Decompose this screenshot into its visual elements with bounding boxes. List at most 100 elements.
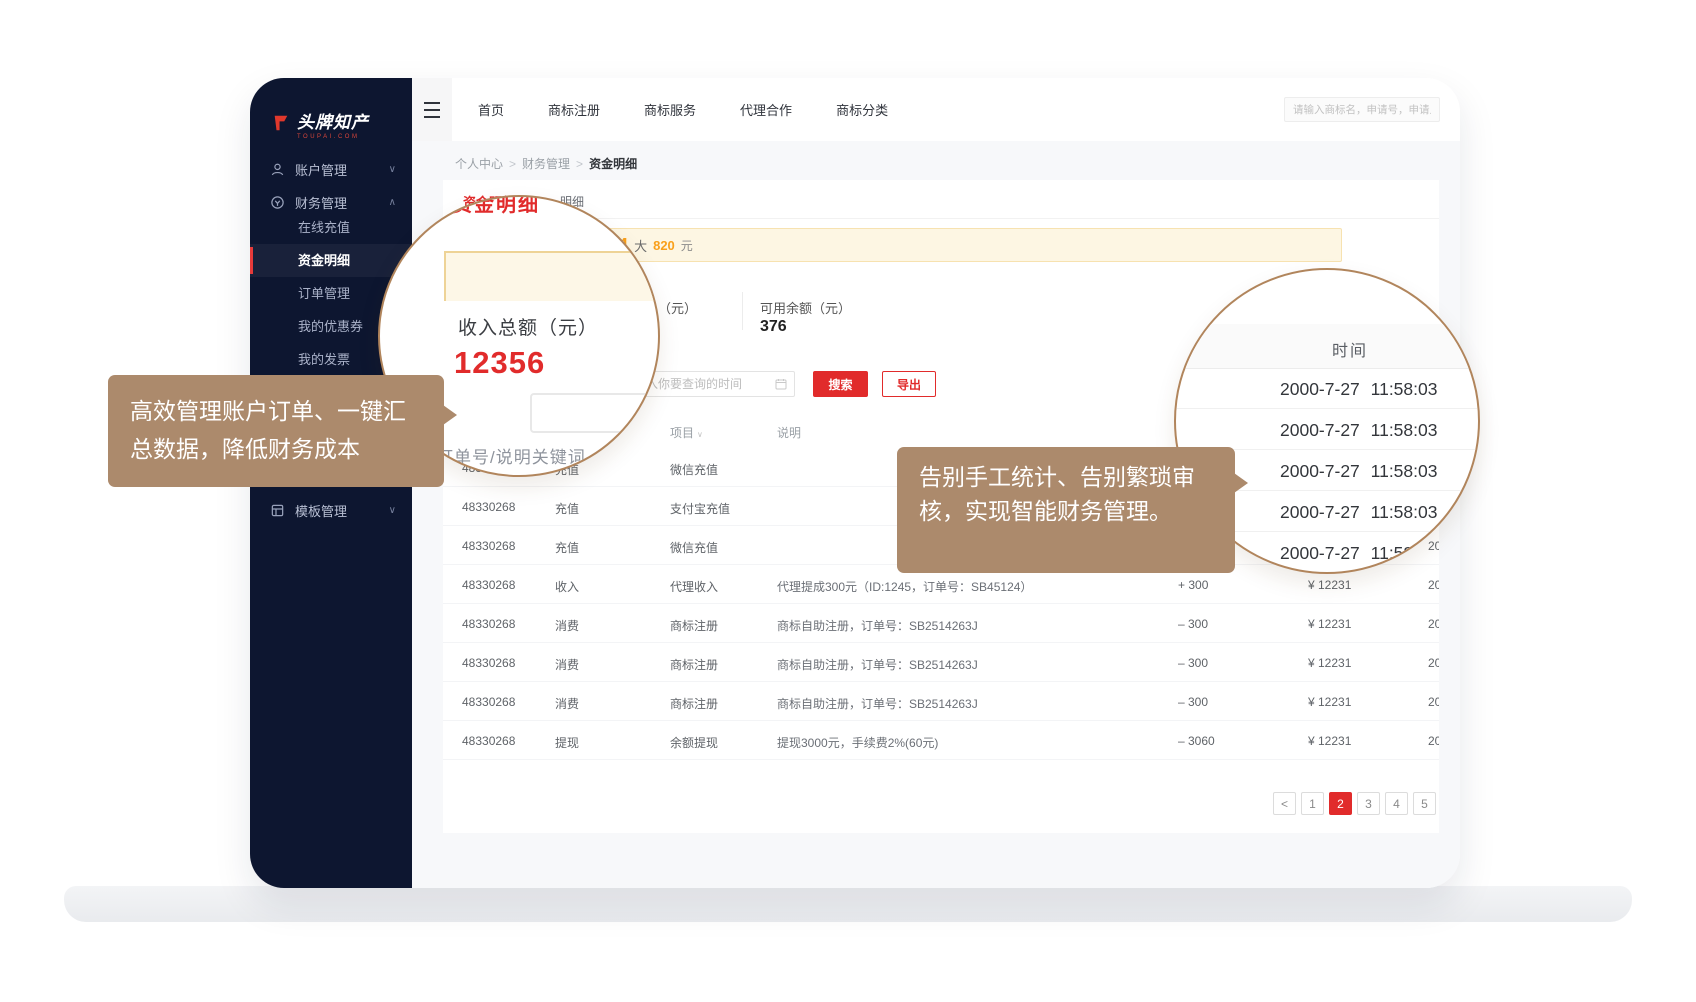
user-icon xyxy=(270,162,285,177)
sidebar-item-label: 账户管理 xyxy=(295,160,347,179)
expense-label: （元） xyxy=(658,298,697,317)
sidebar-item-label: 模板管理 xyxy=(295,501,347,520)
cell-time: 2000-7-27 11:58:03 xyxy=(1428,695,1439,709)
page-button[interactable]: 4 xyxy=(1385,792,1408,815)
cell-order: 48330268 xyxy=(462,578,515,592)
stat-divider xyxy=(742,292,743,330)
balance-label: 可用余额（元） xyxy=(760,298,851,317)
laptop-base xyxy=(64,886,1632,922)
magnified-time-row: 2000-7-27 11:58:03 xyxy=(1176,368,1478,409)
callout-left: 高效管理账户订单、一键汇总数据，降低财务成本 xyxy=(108,375,444,487)
export-button[interactable]: 导出 xyxy=(882,371,936,397)
finance-icon xyxy=(270,195,285,210)
chevron-up-icon: ∧ xyxy=(389,197,396,208)
calendar-icon xyxy=(775,378,787,390)
cell-order: 48330268 xyxy=(462,656,515,670)
cell-balance: ¥ 12231 xyxy=(1308,695,1351,709)
menu-toggle-button[interactable] xyxy=(412,78,452,141)
table-row: 48330268 消费 商标注册 商标自助注册，订单号：SB2514263J –… xyxy=(443,643,1439,682)
col-desc: 说明 xyxy=(777,424,801,441)
table-row: 48330268 消费 商标注册 商标自助注册，订单号：SB2514263J –… xyxy=(443,604,1439,643)
magnified-income-label: 收入总额（元） xyxy=(458,313,598,340)
cell-balance: ¥ 12231 xyxy=(1308,578,1351,592)
breadcrumb: 个人中心财务管理资金明细 xyxy=(455,155,637,172)
cell-time: 2000-7-27 11:58:03 xyxy=(1428,734,1439,748)
page-button[interactable]: 1 xyxy=(1301,792,1324,815)
nav-link[interactable]: 商标注册 xyxy=(548,100,600,119)
cell-project: 微信充值 xyxy=(670,539,718,556)
pagination: < 12345 > xyxy=(1273,792,1439,815)
nav-link[interactable]: 代理合作 xyxy=(740,100,792,119)
callout-left-text: 高效管理账户订单、一键汇总数据，降低财务成本 xyxy=(130,398,406,462)
breadcrumb-item[interactable]: 资金明细 xyxy=(589,155,637,172)
cell-project: 商标注册 xyxy=(670,656,718,673)
callout-arrow xyxy=(1234,473,1248,493)
page-button[interactable]: 5 xyxy=(1413,792,1436,815)
template-icon xyxy=(270,503,285,518)
trademark-search xyxy=(1284,97,1440,122)
callout-right: 告别手工统计、告别繁琐审核，实现智能财务管理。 xyxy=(897,447,1235,573)
sidebar-item-template[interactable]: 模板管理 ∨ xyxy=(250,492,412,528)
cell-time: 2000-7-27 11:58:03 xyxy=(1428,617,1439,631)
cell-amount: – 300 xyxy=(1178,695,1208,709)
cell-desc: 商标自助注册，订单号：SB2514263J xyxy=(777,617,978,634)
breadcrumb-item[interactable]: 财务管理 xyxy=(522,155,583,172)
magnified-time-header: 时间 xyxy=(1176,324,1478,369)
cell-desc: 提现3000元，手续费2%(60元) xyxy=(777,734,938,751)
sort-caret-icon: ∨ xyxy=(697,430,703,439)
cell-desc: 商标自助注册，订单号：SB2514263J xyxy=(777,656,978,673)
balance-value: 376 xyxy=(760,318,787,336)
card-tabs: 资金明细 明细 xyxy=(443,180,1439,219)
table-row: 48330268 提现 余额提现 提现3000元，手续费2%(60元) – 30… xyxy=(443,721,1439,760)
prev-page-button[interactable]: < xyxy=(1273,792,1296,815)
nav-link[interactable]: 首页 xyxy=(478,100,504,119)
cell-balance: ¥ 12231 xyxy=(1308,617,1351,631)
cell-amount: – 300 xyxy=(1178,617,1208,631)
cell-balance: ¥ 12231 xyxy=(1308,734,1351,748)
cell-amount: – 3060 xyxy=(1178,734,1215,748)
cell-type: 收入 xyxy=(555,578,579,595)
page-list: 12345 xyxy=(1301,792,1436,815)
trademark-search-input[interactable] xyxy=(1284,97,1440,122)
callout-right-text: 告别手工统计、告别繁琐审核，实现智能财务管理。 xyxy=(919,464,1195,524)
sidebar-subitem[interactable]: 在线充值 xyxy=(250,211,412,244)
hamburger-icon xyxy=(424,102,440,104)
sidebar-subitem[interactable]: 资金明细 xyxy=(250,244,412,277)
magnified-time-row: 2000-7-27 11:58:03 xyxy=(1176,409,1478,450)
magnified-income-value: 12356 xyxy=(454,345,545,381)
cell-type: 消费 xyxy=(555,695,579,712)
sidebar-item-account[interactable]: 账户管理 ∨ xyxy=(250,151,412,187)
stage: 头牌知产 TOUPAI.COM 账户管理 ∨ 财务管理 ∧ 在线充值资金明细订单… xyxy=(0,0,1696,1002)
cell-type: 消费 xyxy=(555,617,579,634)
col-project[interactable]: 项目∨ xyxy=(670,424,703,441)
chevron-down-icon: ∨ xyxy=(389,164,396,175)
nav-link[interactable]: 商标分类 xyxy=(836,100,888,119)
logo-title: 头牌知产 xyxy=(297,114,369,132)
logo-icon xyxy=(272,114,290,132)
page-button[interactable]: 2 xyxy=(1329,792,1352,815)
cell-project: 微信充值 xyxy=(670,461,718,478)
magnified-tab-label: 资金明细 xyxy=(452,195,540,217)
topbar: 首页 商标注册 商标服务 代理合作 商标分类 xyxy=(412,78,1460,142)
table-row: 48330268 消费 商标注册 商标自助注册，订单号：SB2514263J –… xyxy=(443,682,1439,721)
cell-type: 充值 xyxy=(555,500,579,517)
cell-order: 48330268 xyxy=(462,539,515,553)
callout-arrow xyxy=(443,405,457,425)
search-button[interactable]: 搜索 xyxy=(813,371,868,397)
cell-project: 代理收入 xyxy=(670,578,718,595)
cell-time: 2000-7-27 11:58:03 xyxy=(1428,656,1439,670)
nav-link[interactable]: 商标服务 xyxy=(644,100,696,119)
breadcrumb-item[interactable]: 个人中心 xyxy=(455,155,516,172)
page-button[interactable]: 3 xyxy=(1357,792,1380,815)
logo-tagline: TOUPAI.COM xyxy=(297,134,369,140)
cell-order: 48330268 xyxy=(462,734,515,748)
cell-desc: 商标自助注册，订单号：SB2514263J xyxy=(777,695,978,712)
cell-desc: 代理提成300元（ID:1245，订单号：SB45124） xyxy=(777,578,1032,595)
cell-balance: ¥ 12231 xyxy=(1308,656,1351,670)
cell-project: 商标注册 xyxy=(670,695,718,712)
cell-amount: + 300 xyxy=(1178,578,1208,592)
magnified-banner-fragment xyxy=(444,251,660,301)
sidebar-item-label: 财务管理 xyxy=(295,193,347,212)
cell-project: 支付宝充值 xyxy=(670,500,730,517)
cell-amount: – 300 xyxy=(1178,656,1208,670)
